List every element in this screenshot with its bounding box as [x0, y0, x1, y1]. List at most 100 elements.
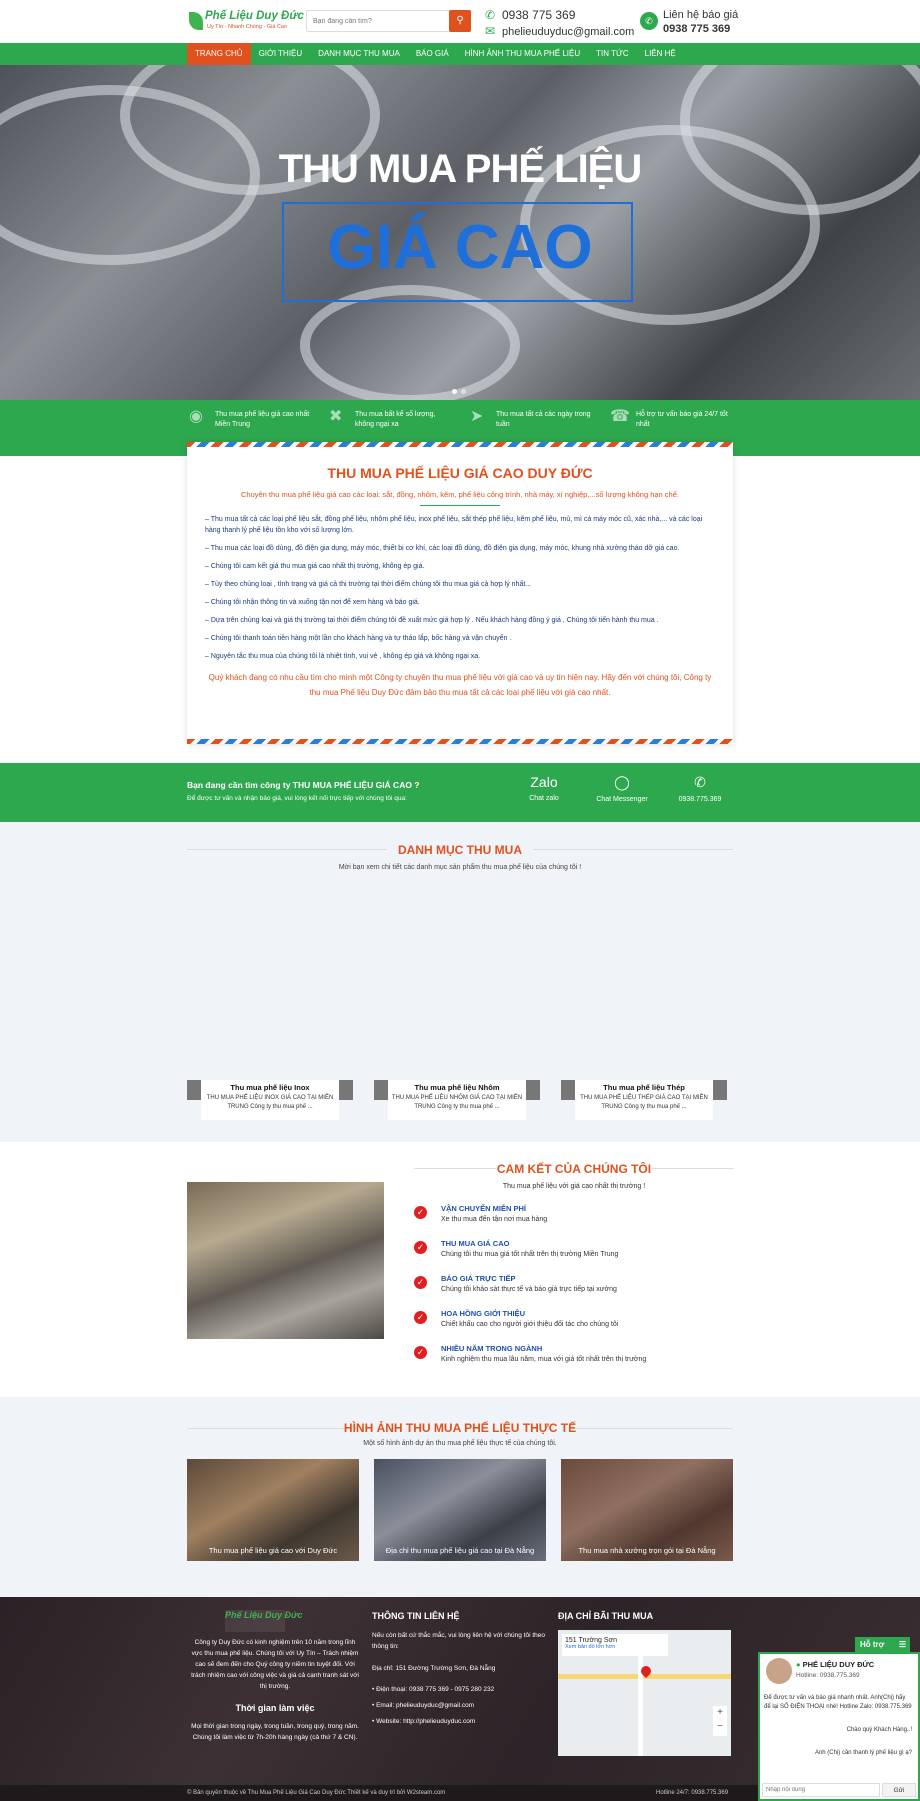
send-icon: ➤ [470, 408, 484, 425]
hero-ring-shape [300, 285, 520, 400]
about-title: THU MUA PHẾ LIỆU GIÁ CAO DUY ĐỨC [327, 465, 593, 481]
category-title[interactable]: Thu mua phế liệu Inox [201, 1083, 339, 1092]
feature-item: ◉ Thu mua phế liệu giá cao nhất Miền Trun… [189, 409, 315, 430]
online-dot-icon: ● [796, 1660, 801, 1669]
map-info-box: 151 Trường Sơn Xem bản đồ lớn hơn [562, 1634, 668, 1656]
nav-home[interactable]: TRANG CHỦ [187, 43, 251, 65]
categories-sub: Mời bạn xem chi tiết các danh mục sản ph… [338, 864, 582, 871]
category-card[interactable]: Thu mua phế liệu Thép THU MUA PHẾ LIỆU T… [561, 1080, 727, 1120]
about-item: – Thu mua tất cả các loại phế liệu sắt, … [205, 516, 703, 534]
search-input[interactable] [307, 11, 447, 31]
commitment-desc: Chúng tôi thu mua giá tốt nhất trên thị … [441, 1251, 619, 1258]
chat-message: Để được tư vấn và báo giá nhanh nhất. An… [764, 1695, 912, 1710]
commitment-name: NHIỀU NĂM TRONG NGÀNH [441, 1344, 543, 1353]
header-phone[interactable]: ✆ 0938 775 369 [485, 8, 575, 22]
about-cta: Quý khách đang có nhu cầu tìm cho mình m… [208, 673, 712, 697]
category-card[interactable]: Thu mua phế liệu Inox THU MUA PHẾ LIỆU I… [187, 1080, 353, 1120]
chat-message: Anh (Chị) cần thanh lý phế liệu gì ạ? [814, 1750, 912, 1756]
chat-input[interactable] [762, 1783, 880, 1797]
airmail-stripe-top [187, 442, 733, 447]
gallery-item[interactable]: Thu mua phế liệu giá cao với Duy Đức [187, 1459, 359, 1561]
search-icon: ⚲ [456, 15, 464, 26]
tools-icon: ✖ [329, 408, 343, 425]
contact-band: Bạn đang cần tìm công ty THU MUA PHẾ LIỆ… [0, 763, 920, 822]
nav-gallery[interactable]: HÌNH ẢNH THU MUA PHẾ LIỆU [457, 43, 588, 65]
footer-contact-intro: Nếu còn bất cứ thắc mắc, vui lòng liên h… [372, 1632, 546, 1650]
map-link[interactable]: Xem bản đồ lớn hơn [565, 1644, 665, 1650]
commitment-image [187, 1182, 384, 1339]
call-link[interactable]: ✆ 0938.775.369 [670, 774, 730, 803]
chat-zalo-link[interactable]: Zalo Chat zalo [514, 774, 574, 802]
chat-messenger-link[interactable]: ◯ Chat Messenger [592, 774, 652, 803]
commitment-name: THU MUA GIÁ CAO [441, 1239, 510, 1248]
footer-email[interactable]: • Email: phelieuduyduc@gmail.com [372, 1700, 474, 1711]
category-title[interactable]: Thu mua phế liệu Thép [575, 1083, 713, 1092]
menu-icon[interactable]: ☰ [899, 1637, 906, 1652]
check-icon: ✓ [414, 1206, 427, 1219]
commitment-desc: Chiết khấu cao cho người giới thiệu đối … [441, 1321, 619, 1328]
call-label: 0938.775.369 [678, 796, 722, 803]
commitment-sub: Thu mua phế liệu với giá cao nhất thị tr… [502, 1183, 646, 1190]
chat-widget: ● PHẾ LIỆU DUY ĐỨC Hotline: 0938.775.369… [758, 1652, 920, 1801]
feature-text: Hỗ trợ tư vấn báo giá 24/7 tốt nhất [636, 411, 728, 428]
about-card: THU MUA PHẾ LIỆU GIÁ CAO DUY ĐỨC Chuyên … [187, 442, 733, 744]
nav-contact[interactable]: LIÊN HỆ [637, 43, 684, 65]
nav-categories[interactable]: DANH MỤC THU MUA [310, 43, 408, 65]
copyright: © Bản quyền thuộc về Thu Mua Phế Liệu Gi… [187, 1790, 446, 1796]
commitment-desc: Xe thu mua đến tận nơi mua hàng [441, 1216, 548, 1223]
about-item: – Chúng tôi thanh toán tiền hàng một lần… [205, 635, 512, 642]
search-button[interactable]: ⚲ [449, 10, 471, 32]
contact-phone[interactable]: 0938 775 369 [663, 23, 730, 35]
about-item: – Tùy theo chủng loại , tình trạng và gi… [205, 581, 532, 588]
mail-icon: ✉ [485, 24, 496, 38]
about-item: – Chúng tôi nhận thông tin và xuống tận … [205, 599, 420, 606]
footer-phone-text: Điện thoại: 0938 775 369 - 0975 280 232 [376, 1686, 495, 1693]
category-title[interactable]: Thu mua phế liệu Nhôm [388, 1083, 526, 1092]
site-logo[interactable]: Phế Liệu Duy Đức Uy Tín - Nhanh Chóng - … [187, 8, 304, 36]
about-item: – Dựa trên chủng loại và giá thị trường … [205, 617, 659, 624]
feature-item: ☎ Hỗ trợ tư vấn báo giá 24/7 tốt nhất [610, 409, 736, 430]
chat-send-button[interactable]: Gửi [882, 1783, 916, 1797]
slider-dot[interactable] [452, 389, 457, 394]
chat-message: Chào quý Khách Hàng..! [846, 1727, 912, 1733]
about-item: – Chúng tôi cam kết giá thu mua giá cao … [205, 563, 425, 570]
slider-dots [452, 387, 470, 396]
category-desc: THU MUA PHẾ LIỆU THÉP GIÁ CAO TẠI MIỀN T… [580, 1095, 708, 1110]
footer-map-title: ĐỊA CHỈ BÃI THU MUA [558, 1611, 654, 1621]
nav-news[interactable]: TIN TỨC [588, 43, 636, 65]
map-embed[interactable]: 151 Trường Sơn Xem bản đồ lớn hơn + − [558, 1630, 731, 1756]
category-card[interactable]: Thu mua phế liệu Nhôm THU MUA PHẾ LIỆU N… [374, 1080, 540, 1120]
category-caption: Thu mua phế liệu Thép THU MUA PHẾ LIỆU T… [575, 1080, 713, 1120]
feature-item: ✖ Thu mua bất kể số lượng, không ngại xa [329, 409, 455, 430]
gallery-item[interactable]: Địa chỉ thu mua phế liệu giá cao tại Đà … [374, 1459, 546, 1561]
footer-website[interactable]: • Website: http://phelieuduyduc.com [372, 1716, 475, 1727]
band-sub: Để được tư vấn và nhận báo giá, vui lòng… [187, 795, 407, 802]
site-header: Phế Liệu Duy Đức Uy Tín - Nhanh Chóng - … [0, 0, 920, 43]
nav-pricing[interactable]: BÁO GIÁ [408, 43, 457, 65]
commitment-desc: Chúng tôi khảo sát thực tế và báo giá tr… [441, 1286, 617, 1293]
header-email[interactable]: ✉ phelieuduyduc@gmail.com [485, 24, 634, 38]
about-subtitle: Chuyên thu mua phế liệu giá cao các loại… [241, 490, 679, 499]
leaf-logo-icon [189, 12, 203, 30]
nav-about[interactable]: GIỚI THIỆU [251, 43, 311, 65]
gallery-caption: Thu mua phế liệu giá cao với Duy Đức [208, 1546, 338, 1555]
feature-item: ➤ Thu mua tất cả các ngày trong tuần [470, 409, 596, 430]
about-item: – Thu mua các loại đồ dùng, đồ điện gia … [205, 545, 680, 552]
slider-dot[interactable] [461, 389, 466, 394]
whatsapp-icon[interactable]: ✆ [640, 12, 658, 30]
avatar [766, 1658, 792, 1684]
footer-hotline[interactable]: Hotline 24/7: 0938.775.369 [656, 1785, 728, 1801]
footer-about: Công ty Duy Đức có kinh nghiệm trên 10 n… [191, 1639, 359, 1690]
chat-name: ● PHẾ LIỆU DUY ĐỨC [796, 1660, 874, 1669]
chat-tab[interactable]: Hỗ trợ ☰ [855, 1637, 910, 1652]
gallery-item[interactable]: Thu mua nhà xưởng trọn gói tại Đà Nẵng [561, 1459, 733, 1561]
footer-address: Địa chỉ: 151 Đường Trường Sơn, Đà Nẵng [372, 1665, 496, 1672]
header-phone-text: 0938 775 369 [502, 8, 576, 22]
chat-messenger-label: Chat Messenger [596, 796, 648, 803]
category-desc: THU MUA PHẾ LIỆU INOX GIÁ CAO TẠI MIỀN T… [206, 1095, 334, 1110]
check-icon: ✓ [414, 1241, 427, 1254]
map-zoom-controls[interactable]: + − [713, 1706, 727, 1736]
hero-banner[interactable]: THU MUA PHẾ LIỆU GIÁ CAO [0, 65, 920, 400]
phone-icon: ✆ [694, 774, 706, 790]
footer-phone[interactable]: • Điện thoại: 0938 775 369 - 0975 280 23… [372, 1684, 494, 1695]
